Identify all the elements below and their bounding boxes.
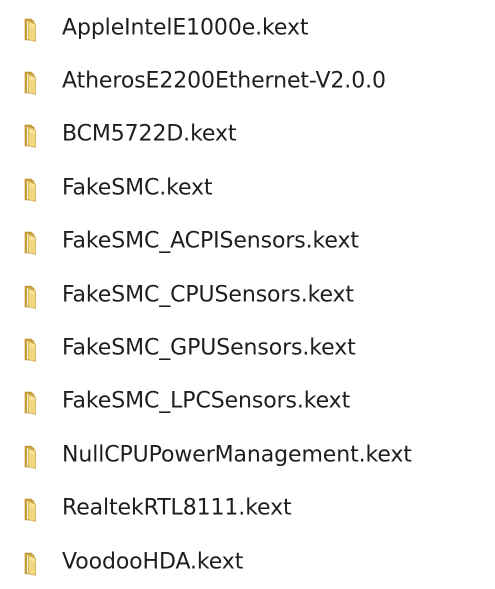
folder-icon — [21, 550, 47, 576]
file-name: FakeSMC_LPCSensors.kext — [62, 388, 351, 414]
folder-icon — [21, 69, 47, 95]
folder-icon — [21, 443, 47, 469]
list-item[interactable]: FakeSMC_LPCSensors.kext — [0, 376, 495, 429]
folder-icon — [21, 336, 47, 362]
folder-icon — [21, 283, 47, 309]
file-name: RealtekRTL8111.kext — [62, 495, 292, 521]
file-name: BCM5722D.kext — [62, 121, 237, 147]
folder-icon — [21, 389, 47, 416]
folder-icon — [21, 229, 47, 256]
list-item[interactable]: FakeSMC_ACPISensors.kext — [0, 216, 495, 269]
file-name: FakeSMC_GPUSensors.kext — [62, 335, 356, 361]
file-list: AppleIntelE1000e.kext AtherosE2200Ethern… — [0, 2, 495, 589]
list-item[interactable]: BCM5722D.kext — [0, 109, 495, 162]
folder-icon — [21, 176, 47, 202]
file-name: AppleIntelE1000e.kext — [62, 15, 309, 41]
file-name: VoodooHDA.kext — [62, 549, 244, 575]
folder-icon — [21, 496, 47, 523]
list-item[interactable]: NullCPUPowerManagement.kext — [0, 429, 495, 482]
folder-icon — [21, 122, 47, 149]
file-name: NullCPUPowerManagement.kext — [62, 442, 412, 468]
list-item[interactable]: FakeSMC_GPUSensors.kext — [0, 322, 495, 375]
list-item[interactable]: FakeSMC.kext — [0, 162, 495, 215]
file-name: FakeSMC_ACPISensors.kext — [62, 228, 359, 254]
file-name: FakeSMC_CPUSensors.kext — [62, 282, 354, 308]
list-item[interactable]: VoodooHDA.kext — [0, 536, 495, 589]
file-name: FakeSMC.kext — [62, 175, 213, 201]
folder-icon — [21, 16, 47, 42]
list-item[interactable]: FakeSMC_CPUSensors.kext — [0, 269, 495, 322]
list-item[interactable]: AtherosE2200Ethernet-V2.0.0 — [0, 55, 495, 108]
list-item[interactable]: AppleIntelE1000e.kext — [0, 2, 495, 55]
list-item[interactable]: RealtekRTL8111.kext — [0, 483, 495, 536]
file-name: AtherosE2200Ethernet-V2.0.0 — [62, 68, 386, 94]
